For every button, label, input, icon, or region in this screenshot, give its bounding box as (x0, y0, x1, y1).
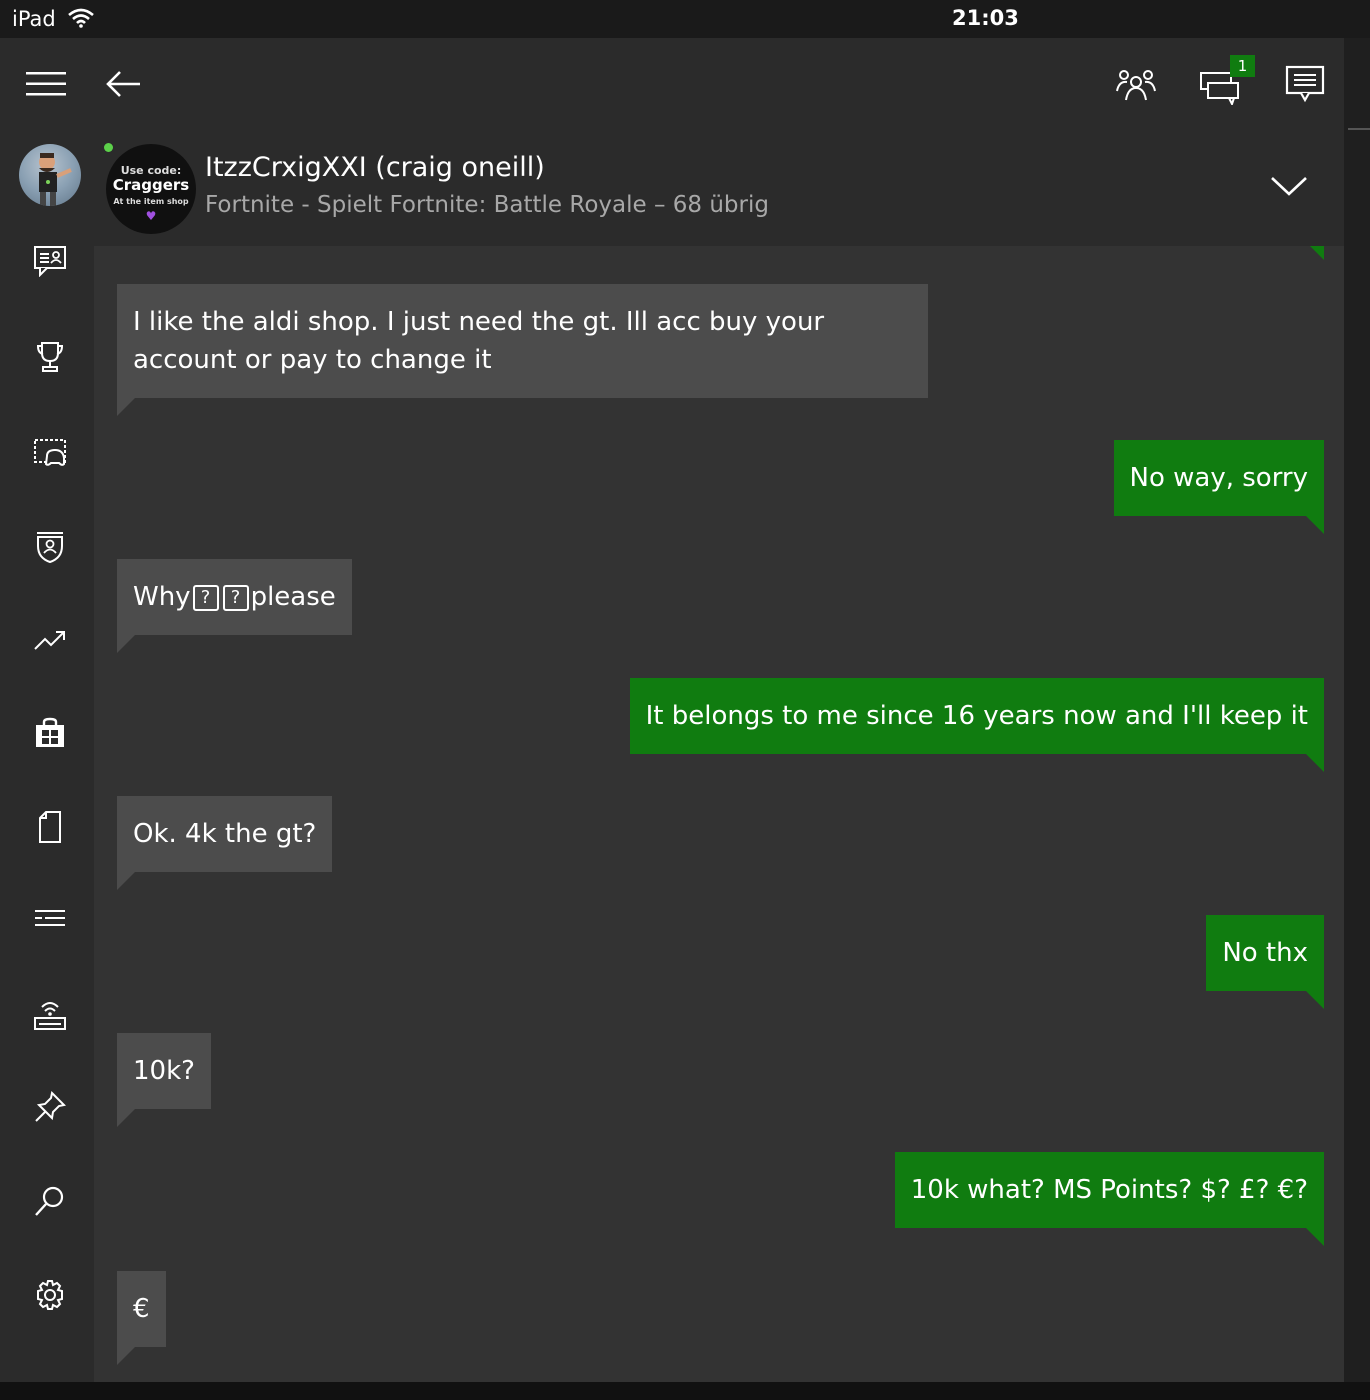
sidebar-item-connection[interactable] (22, 990, 78, 1040)
sidebar-item-clubs[interactable] (22, 522, 78, 572)
sidebar (0, 132, 94, 1382)
gamerpic-line3: At the item shop (113, 197, 189, 206)
message-outgoing[interactable]: No way, sorry (1113, 440, 1324, 534)
sidebar-item-search[interactable] (22, 1176, 78, 1226)
activity-feed-icon (35, 910, 65, 926)
search-icon (35, 1186, 64, 1216)
message-outgoing[interactable]: 10k what? MS Points? $? £? €? (894, 1152, 1325, 1246)
friends-icon (1116, 70, 1156, 101)
sidebar-item-pins[interactable] (22, 1082, 78, 1132)
user-avatar[interactable] (19, 144, 81, 206)
gear-icon (37, 1280, 63, 1310)
message-incoming[interactable]: € (117, 1271, 166, 1365)
sidebar-item-chat[interactable] (22, 236, 78, 286)
trending-icon (34, 631, 65, 650)
gamerpic-line2: Craggers (112, 176, 190, 194)
conversation-pane: Use code: Craggers At the item shop ♥ It… (94, 132, 1344, 1382)
message-incoming[interactable]: 10k? (117, 1033, 211, 1127)
device-label: iPad (12, 7, 56, 31)
store-bag-icon (36, 717, 64, 747)
previous-message-tail (1310, 246, 1324, 260)
message-incoming[interactable]: I like the aldi shop. I just need the gt… (117, 284, 928, 416)
top-bar: 1 (0, 38, 1344, 132)
message-incoming[interactable]: Ok. 4k the gt? (117, 796, 333, 890)
message-text: please (250, 582, 336, 612)
sidebar-item-game-dvr[interactable] (22, 428, 78, 478)
conversation-header[interactable]: Use code: Craggers At the item shop ♥ It… (94, 132, 1344, 246)
sidebar-item-achievements[interactable] (22, 332, 78, 382)
sidebar-item-store[interactable] (22, 708, 78, 758)
message-text: Why (133, 582, 191, 612)
sidebar-item-activity-feed[interactable] (22, 894, 78, 944)
online-status-dot (104, 143, 113, 152)
chat-notification-icon (1285, 65, 1325, 103)
unknown-glyph-box: ? (222, 584, 249, 611)
back-arrow-icon (106, 71, 140, 97)
trophy-icon (36, 342, 64, 372)
back-button[interactable] (98, 59, 148, 109)
chat-icon (34, 246, 66, 277)
unread-badge: 1 (1230, 55, 1255, 77)
hamburger-icon (26, 72, 66, 96)
contact-name: ItzzCrxigXXI (craig oneill) (205, 152, 545, 183)
chevron-down-icon[interactable] (1269, 170, 1309, 200)
friends-button[interactable] (1111, 59, 1161, 109)
notifications-button[interactable] (1280, 59, 1330, 109)
status-bar: iPad 21:03 (0, 0, 1370, 38)
right-edge (1344, 38, 1370, 1382)
bottom-edge (0, 1382, 1370, 1400)
sidebar-item-trending[interactable] (22, 616, 78, 666)
sidebar-item-my-games[interactable] (22, 802, 78, 852)
contact-presence: Fortnite - Spielt Fortnite: Battle Royal… (205, 192, 769, 218)
game-case-icon (39, 811, 61, 843)
console-connection-icon (34, 1002, 66, 1030)
avatar-figure-icon (39, 153, 72, 206)
message-incoming[interactable]: Why?? please (117, 559, 352, 653)
game-dvr-icon (34, 439, 66, 466)
club-shield-icon (37, 532, 63, 564)
hamburger-menu-button[interactable] (21, 59, 71, 109)
message-outgoing[interactable]: No thx (1206, 915, 1324, 1009)
heart-icon: ♥ (145, 209, 157, 223)
contact-gamerpic[interactable]: Use code: Craggers At the item shop ♥ (106, 144, 196, 234)
status-time: 21:03 (952, 6, 1019, 30)
message-outgoing[interactable]: It belongs to me since 16 years now and … (629, 678, 1325, 772)
pin-icon (35, 1091, 66, 1122)
unknown-glyph-box: ? (192, 584, 219, 611)
wifi-icon (68, 8, 94, 28)
sidebar-item-settings[interactable] (22, 1270, 78, 1320)
